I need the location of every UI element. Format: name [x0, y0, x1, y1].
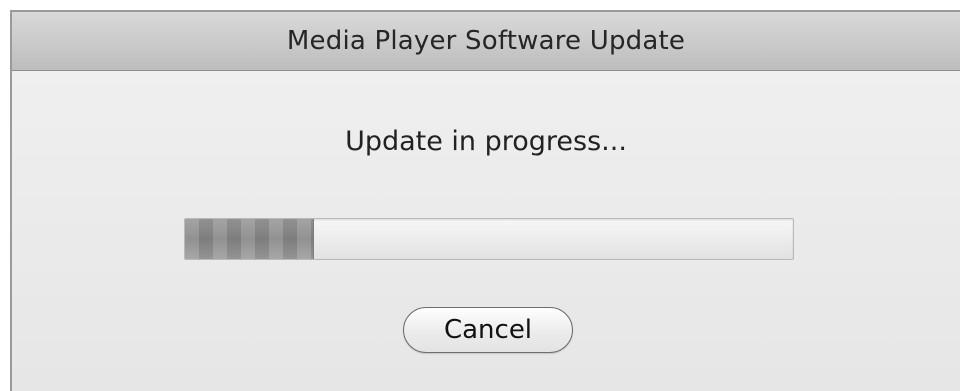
window-title: Media Player Software Update: [286, 26, 686, 56]
cancel-button[interactable]: Cancel: [403, 307, 573, 353]
update-dialog: Media Player Software Update Update in p…: [10, 10, 960, 391]
title-bar[interactable]: Media Player Software Update: [12, 12, 960, 71]
progress-bar-fill: [185, 219, 314, 259]
dialog-content: Update in progress... Cancel: [12, 71, 960, 391]
status-message: Update in progress...: [345, 126, 627, 157]
progress-bar: [184, 218, 794, 260]
